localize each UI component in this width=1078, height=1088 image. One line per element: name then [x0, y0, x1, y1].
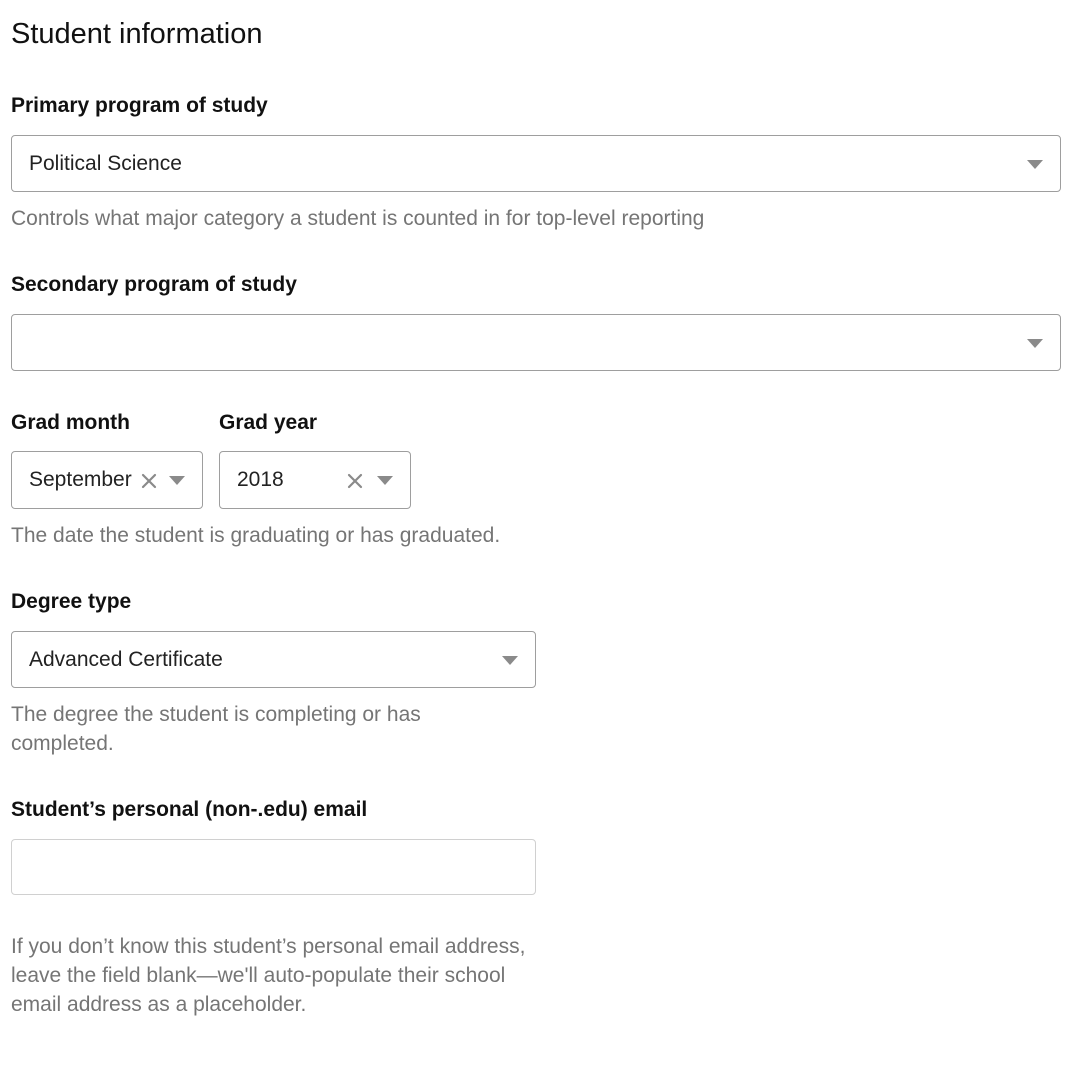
- primary-program-value: Political Science: [29, 151, 182, 175]
- grad-date-help: The date the student is graduating or ha…: [11, 524, 501, 547]
- chevron-down-icon[interactable]: [502, 655, 518, 665]
- grad-month-label: Grad month: [11, 411, 130, 434]
- secondary-program-select[interactable]: [11, 314, 1061, 371]
- page-title: Student information: [11, 18, 263, 50]
- personal-email-input[interactable]: [11, 839, 536, 895]
- grad-month-value: September: [29, 468, 132, 491]
- close-icon[interactable]: [140, 472, 158, 490]
- primary-program-help: Controls what major category a student i…: [11, 207, 705, 230]
- close-icon[interactable]: [346, 472, 364, 490]
- secondary-program-label: Secondary program of study: [11, 273, 297, 296]
- personal-email-help: If you don’t know this student’s persona…: [11, 935, 526, 1016]
- chevron-down-icon[interactable]: [1027, 338, 1043, 348]
- chevron-down-icon[interactable]: [1027, 159, 1043, 169]
- grad-year-value: 2018: [237, 468, 284, 491]
- primary-program-label: Primary program of study: [11, 94, 268, 117]
- chevron-down-icon[interactable]: [377, 476, 393, 485]
- personal-email-label: Student’s personal (non-.edu) email: [11, 798, 368, 821]
- degree-type-help: The degree the student is completing or …: [11, 703, 421, 755]
- grad-month-select[interactable]: September: [11, 451, 203, 509]
- grad-year-select[interactable]: 2018: [219, 451, 411, 509]
- grad-year-label: Grad year: [219, 411, 318, 434]
- degree-type-value: Advanced Certificate: [29, 647, 223, 671]
- primary-program-select[interactable]: Political Science: [11, 135, 1061, 192]
- degree-type-label: Degree type: [11, 590, 132, 613]
- chevron-down-icon[interactable]: [169, 476, 185, 485]
- degree-type-select[interactable]: Advanced Certificate: [11, 631, 536, 688]
